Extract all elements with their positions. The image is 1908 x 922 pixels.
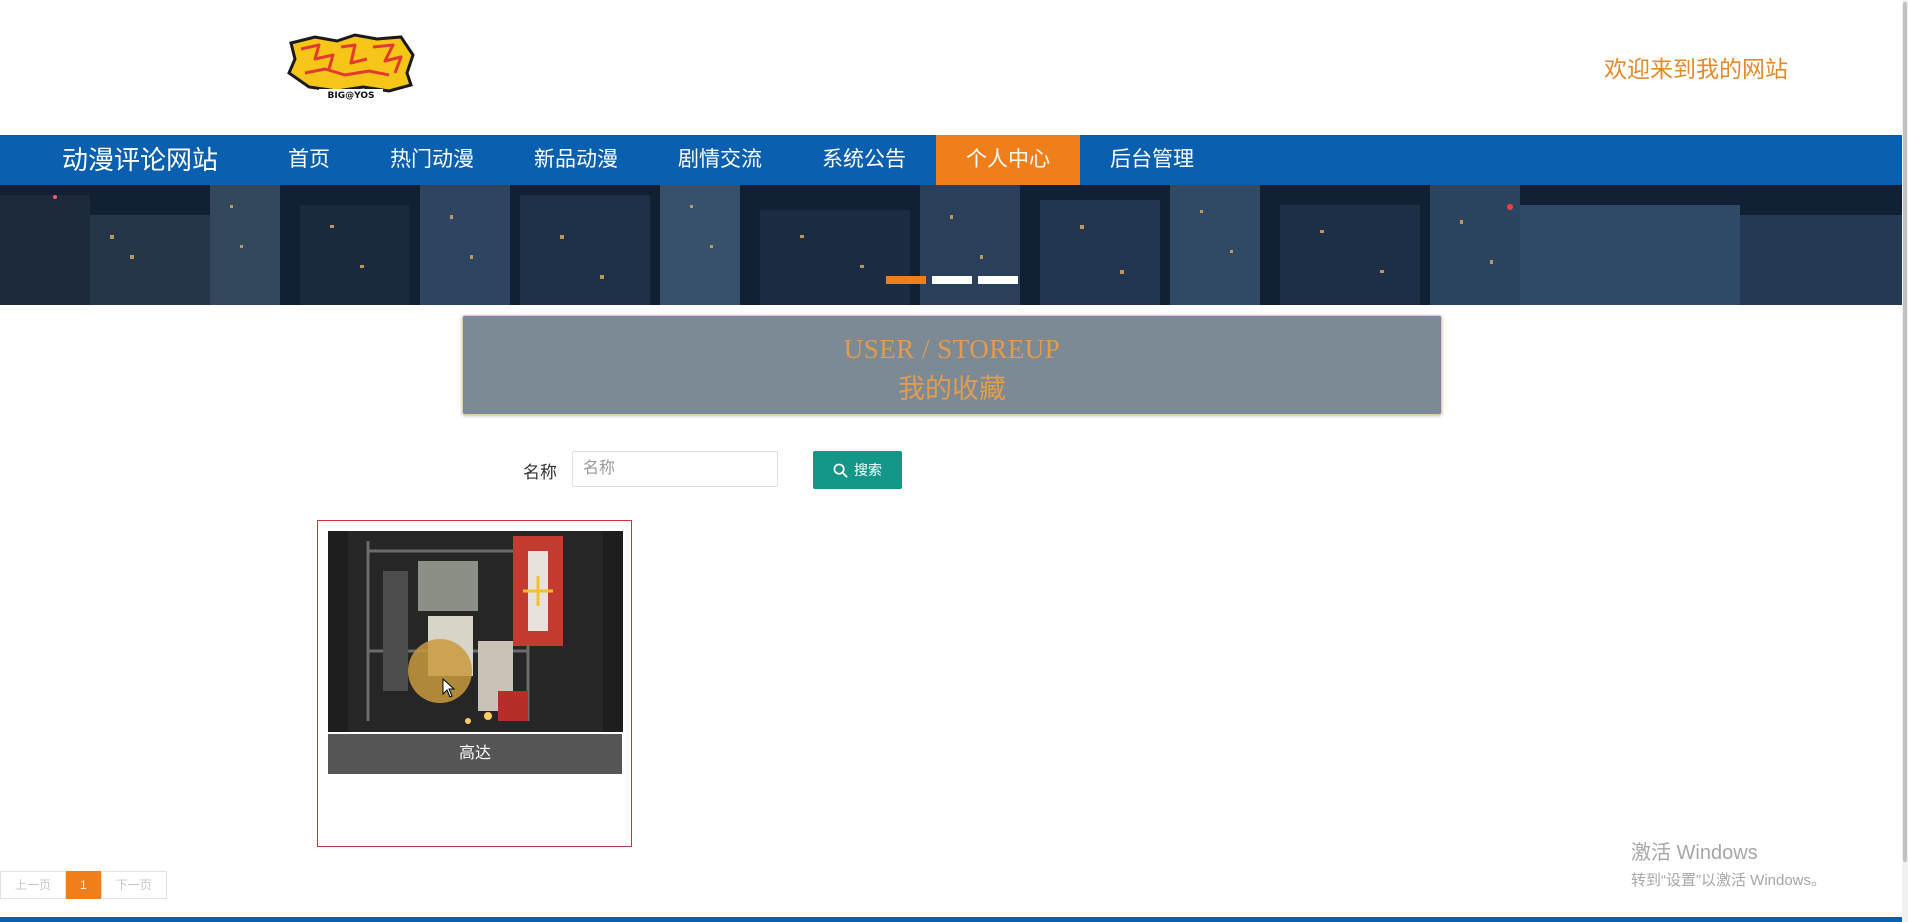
site-header: BIG@YOS 欢迎来到我的网站 — [0, 0, 1902, 135]
search-label: 名称 — [523, 463, 557, 482]
carousel-dot-3[interactable] — [978, 276, 1018, 284]
watermark-title: 激活 Windows — [1631, 842, 1758, 864]
main-nav: 动漫评论网站 首页 热门动漫 新品动漫 剧情交流 系统公告 个人中心 后台管理 — [0, 135, 1902, 185]
site-logo[interactable]: BIG@YOS — [285, 33, 417, 101]
page-title-en: USER / STOREUP — [843, 334, 1061, 364]
search-button[interactable]: 搜索 — [813, 451, 902, 489]
pagination: 上一页 1 下一页 — [0, 871, 167, 899]
search-input[interactable] — [572, 451, 778, 487]
footer-bar — [0, 917, 1902, 922]
nav-item-home[interactable]: 首页 — [258, 135, 360, 185]
vertical-scrollbar[interactable] — [1902, 0, 1908, 922]
site-brand[interactable]: 动漫评论网站 — [62, 135, 218, 185]
search-icon — [833, 463, 848, 477]
nav-item-admin[interactable]: 后台管理 — [1080, 135, 1224, 185]
carousel-dots — [886, 276, 1018, 284]
windows-activation-watermark: 激活 Windows 转到“设置”以激活 Windows。 — [1631, 836, 1826, 890]
page-title-box: USER / STOREUP 我的收藏 — [462, 315, 1442, 415]
logo-text: BIG@YOS — [328, 91, 375, 101]
favorite-card-title[interactable]: 高达 — [328, 734, 622, 774]
favorite-card-image[interactable] — [328, 531, 623, 732]
mouse-cursor-icon — [442, 678, 456, 698]
page-title-zh: 我的收藏 — [898, 374, 1006, 404]
scrollbar-thumb[interactable] — [1903, 2, 1907, 862]
nav-item-hot-anime[interactable]: 热门动漫 — [360, 135, 504, 185]
carousel-dot-1[interactable] — [886, 276, 926, 284]
pagination-next[interactable]: 下一页 — [100, 871, 167, 899]
watermark-subtitle: 转到“设置”以激活 Windows。 — [1631, 872, 1827, 889]
banner-carousel[interactable] — [0, 185, 1902, 305]
search-button-label: 搜索 — [854, 462, 882, 478]
carousel-dot-2[interactable] — [932, 276, 972, 284]
banner-city-image — [0, 185, 1902, 305]
nav-item-personal-center[interactable]: 个人中心 — [936, 135, 1081, 185]
pagination-page-1[interactable]: 1 — [66, 871, 101, 899]
favorite-card[interactable]: 高达 — [317, 520, 632, 847]
nav-item-plot-discussion[interactable]: 剧情交流 — [648, 135, 792, 185]
nav-item-announcements[interactable]: 系统公告 — [792, 135, 936, 185]
pagination-prev[interactable]: 上一页 — [0, 871, 67, 899]
nav-item-new-anime[interactable]: 新品动漫 — [504, 135, 648, 185]
welcome-text: 欢迎来到我的网站 — [1604, 56, 1788, 82]
